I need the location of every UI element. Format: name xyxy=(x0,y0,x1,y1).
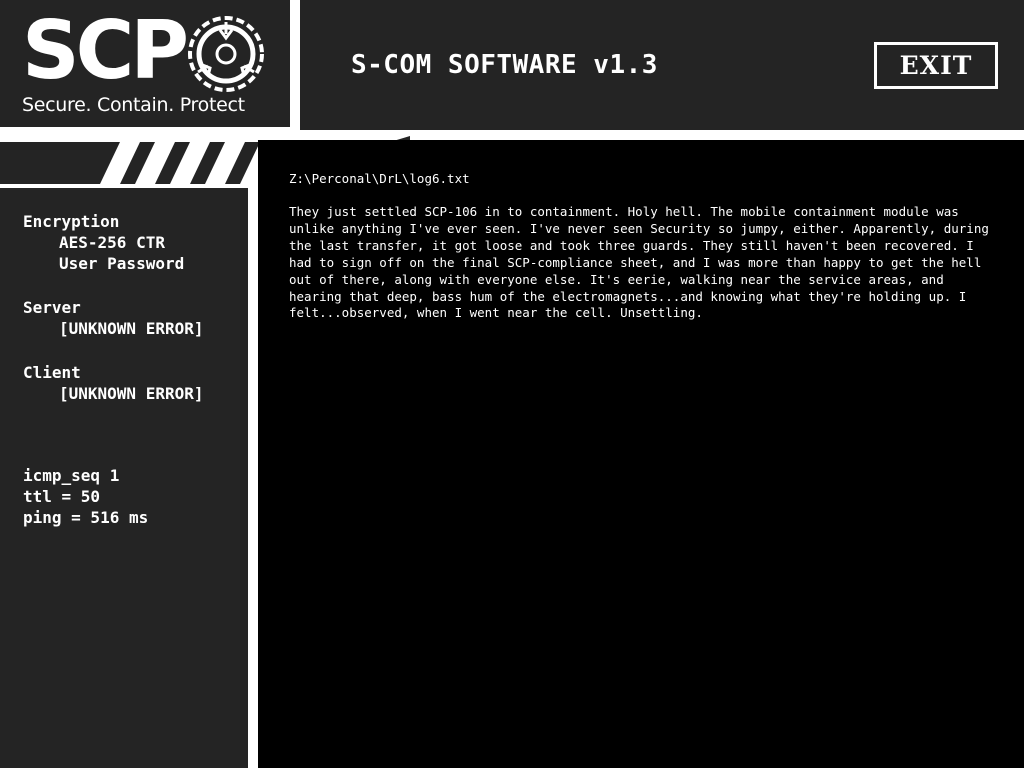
ping-value: ping = 516 ms xyxy=(23,508,149,527)
ttl-value: ttl = 50 xyxy=(23,487,101,506)
status-sidebar: Encryption AES-256 CTR User Password Ser… xyxy=(0,188,248,768)
client-section: Client [UNKNOWN ERROR] xyxy=(23,362,204,404)
icmp-seq-value: icmp_seq 1 xyxy=(23,466,120,485)
exit-button[interactable]: EXIT xyxy=(874,42,998,89)
logo-tagline: Secure. Contain. Protect xyxy=(22,94,245,116)
terminal-panel[interactable]: Z:\Perconal\DrL\log6.txt They just settl… xyxy=(258,140,1024,768)
encryption-section: Encryption AES-256 CTR User Password xyxy=(23,211,184,274)
log-body: They just settled SCP-106 in to containm… xyxy=(289,204,989,321)
app-title: S-COM SOFTWARE v1.3 xyxy=(351,50,658,80)
client-heading: Client xyxy=(23,363,81,382)
encryption-heading: Encryption xyxy=(23,212,120,231)
network-stats: icmp_seq 1 ttl = 50 ping = 516 ms xyxy=(23,465,148,528)
scp-logo-text: SCP xyxy=(22,4,189,97)
server-heading: Server xyxy=(23,298,81,317)
file-path: Z:\Perconal\DrL\log6.txt xyxy=(289,171,470,186)
header-bar: S-COM SOFTWARE v1.3 EXIT xyxy=(300,0,1024,130)
logo-panel: SCP Secure. Contain. Protect xyxy=(0,0,290,127)
scp-foundation-emblem-icon xyxy=(188,16,264,92)
server-section: Server [UNKNOWN ERROR] xyxy=(23,297,204,339)
client-status: [UNKNOWN ERROR] xyxy=(59,384,204,403)
encryption-method: User Password xyxy=(59,254,185,273)
server-status: [UNKNOWN ERROR] xyxy=(59,319,204,338)
encryption-cipher: AES-256 CTR xyxy=(59,233,165,252)
